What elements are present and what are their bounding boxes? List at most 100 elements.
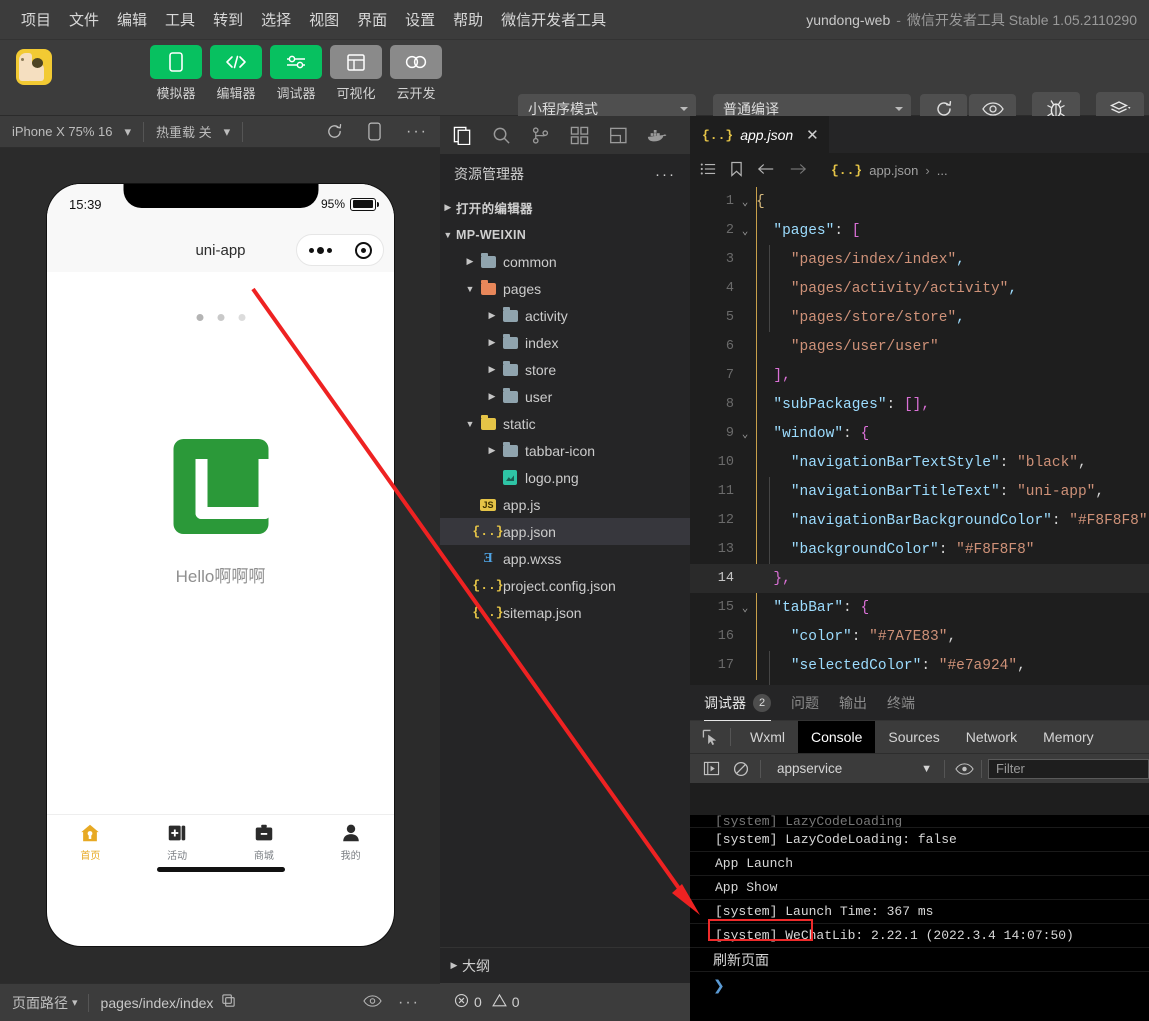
toolbar-button-simulator[interactable]: 模拟器 [150,45,202,102]
tree-item-tabbar-icon[interactable]: ▶ tabbar-icon [440,437,690,464]
fold-toggle[interactable]: ⌄ [734,195,756,209]
devtools-tab-wxml[interactable]: Wxml [737,721,798,753]
hot-reload-caret[interactable]: ▾ [224,124,243,140]
devtools-tab-network[interactable]: Network [953,721,1030,753]
panel-tabs: 调试器 2 问题 输出 终端 [690,685,1149,721]
more-icon[interactable]: ··· [655,166,676,183]
extensions-icon[interactable] [567,123,591,147]
outline-icon[interactable] [700,162,716,179]
tree-item-app-json[interactable]: ▶ {..} app.json [440,518,690,545]
clear-icon[interactable] [726,761,756,777]
hot-reload-select[interactable]: 热重载 关 [144,122,224,141]
toolbar-button-debugger[interactable]: 调试器 [270,45,322,102]
tree-item-user[interactable]: ▶ user [440,383,690,410]
menu-item-interface[interactable]: 界面 [348,6,396,33]
tree-item-static[interactable]: ▼ static [440,410,690,437]
panel-tab-terminal[interactable]: 终端 [887,685,915,721]
bottom-panel: 调试器 2 问题 输出 终端 Wxml Console Sources Netw… [690,685,1149,1021]
menu-item-help[interactable]: 帮助 [444,6,492,33]
menu-item-select[interactable]: 选择 [252,6,300,33]
bookmark-icon[interactable] [730,161,743,180]
inspect-icon[interactable] [696,729,724,746]
tree-item-app-js[interactable]: ▶ JS app.js [440,491,690,518]
breadcrumb-separator: › [925,162,930,178]
toolbar-button-editor[interactable]: 编辑器 [210,45,262,102]
page-path-label[interactable]: 页面路径 [0,993,68,1013]
tree-section-mp-weixin[interactable]: ▼ MP-WEIXIN [440,221,690,248]
toolbar-button-cloud[interactable]: 云开发 [390,45,442,102]
tree-item-activity[interactable]: ▶ activity [440,302,690,329]
panel-tab-output[interactable]: 输出 [839,685,867,721]
console-filter-input[interactable]: Filter [988,758,1149,779]
menu-item-devtools[interactable]: 微信开发者工具 [492,6,615,33]
code-area[interactable]: 1 ⌄ { 2 ⌄ "pages": [ 3 "pages/index/inde… [690,187,1149,709]
editor-breadcrumb: {..} app.json › ... [690,153,1149,187]
device-icon[interactable] [354,122,394,141]
tree-item-logo-png[interactable]: ▶ logo.png [440,464,690,491]
search-icon[interactable] [489,123,513,147]
line-number: 8 [725,397,734,412]
docker-icon[interactable] [645,123,669,147]
back-icon[interactable] [757,162,775,179]
panel-tab-debugger[interactable]: 调试器 2 [704,685,771,721]
tree-item-project-config-json[interactable]: ▶ {..} project.config.json [440,572,690,599]
outline-section[interactable]: ▶ 大纲 [440,947,690,983]
close-target-icon[interactable] [354,241,372,259]
copy-icon[interactable] [213,993,236,1013]
menu-item-file[interactable]: 文件 [60,6,108,33]
tree-item-common[interactable]: ▶ common [440,248,690,275]
more-icon[interactable]: ··· [394,123,440,141]
chevron-down-icon[interactable]: ▾ [68,996,78,1009]
more-icon[interactable] [308,246,332,254]
wechat-capsule[interactable] [296,234,384,266]
breadcrumb-path[interactable]: {..} app.json › ... [831,163,948,178]
error-icon[interactable] [454,993,469,1011]
menu-item-goto[interactable]: 转到 [204,6,252,33]
tabbar-item-user[interactable]: 我的 [307,815,394,880]
close-icon[interactable]: ✕ [806,126,819,144]
eye-icon[interactable] [949,762,979,775]
chevron-right-icon: ▶ [444,202,452,212]
devtools-tab-sources[interactable]: Sources [875,721,952,753]
rotate-icon[interactable] [314,123,354,140]
files-icon[interactable] [450,123,474,147]
tree-item-pages[interactable]: ▼ pages [440,275,690,302]
tree-item-app-wxss[interactable]: ▶ Ǝ app.wxss [440,545,690,572]
error-count: 0 [474,994,482,1010]
tree-item-sitemap-json[interactable]: ▶ {..} sitemap.json [440,599,690,626]
source-control-icon[interactable] [528,123,552,147]
fold-toggle[interactable]: ⌄ [734,224,756,238]
eye-icon[interactable] [363,994,398,1012]
menu-item-tools[interactable]: 工具 [156,6,204,33]
execute-icon[interactable] [696,761,726,776]
warning-icon[interactable] [491,993,507,1011]
menu-item-project[interactable]: 项目 [12,6,60,33]
forward-icon[interactable] [789,162,807,179]
more-icon[interactable]: ··· [398,994,440,1012]
console-prompt[interactable]: ❯ [690,972,1149,998]
toolbar-button-visual[interactable]: 可视化 [330,45,382,102]
editor-tab-app-json[interactable]: {..} app.json ✕ [690,116,829,153]
fold-toggle[interactable]: ⌄ [734,601,756,615]
console-context-select[interactable]: appservice ▼ [765,761,940,776]
tree-section-open-editors[interactable]: ▶ 打开的编辑器 [440,194,690,221]
tabbar-item-home[interactable]: 首页 [47,815,134,880]
device-select-caret[interactable]: ▾ [124,124,143,140]
fold-toggle[interactable]: ⌄ [734,427,756,441]
tree-item-index[interactable]: ▶ index [440,329,690,356]
line-number: 3 [725,252,734,267]
menu-item-edit[interactable]: 编辑 [108,6,156,33]
console-output[interactable]: [system] LazyCodeLoading [system] LazyCo… [690,815,1149,1021]
json-file-icon: {..} [472,524,504,539]
panel-tab-problems[interactable]: 问题 [791,685,819,721]
devtools-tab-console[interactable]: Console [798,721,876,753]
device-select[interactable]: iPhone X 75% 16 [0,124,124,139]
tree-item-store[interactable]: ▶ store [440,356,690,383]
folder-open-icon [478,279,498,295]
phone-nav-bar: uni-app [47,228,394,272]
menu-item-settings[interactable]: 设置 [396,6,444,33]
devtools-tab-memory[interactable]: Memory [1030,721,1107,753]
line-number: 11 [717,484,734,499]
menu-item-view[interactable]: 视图 [300,6,348,33]
mini-program-icon[interactable] [606,123,630,147]
